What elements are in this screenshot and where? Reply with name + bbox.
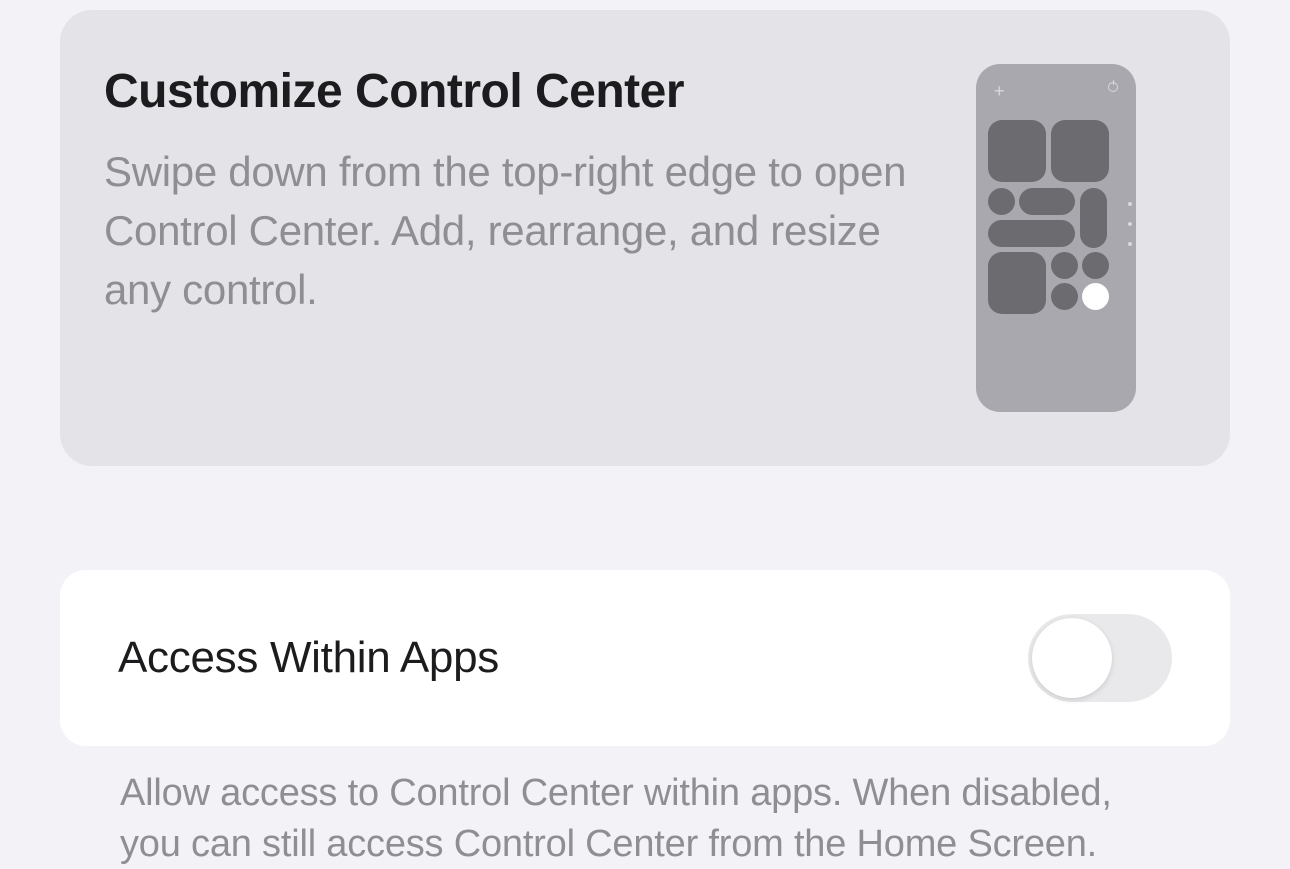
control-center-illustration: +	[976, 64, 1136, 412]
page-dot	[1128, 242, 1132, 246]
customize-control-center-card: Customize Control Center Swipe down from…	[60, 10, 1230, 466]
access-within-apps-row: Access Within Apps	[60, 570, 1230, 746]
control-tile	[1082, 252, 1109, 279]
page-indicator-dots	[1128, 202, 1132, 246]
control-tile	[1051, 120, 1109, 182]
plus-icon: +	[994, 82, 1005, 100]
control-tile	[1051, 283, 1078, 310]
access-within-apps-toggle[interactable]	[1028, 614, 1172, 702]
control-tile	[988, 120, 1046, 182]
hero-text-block: Customize Control Center Swipe down from…	[104, 64, 916, 319]
control-tile	[1019, 188, 1075, 215]
page-dot	[1128, 222, 1132, 226]
access-within-apps-label: Access Within Apps	[118, 633, 499, 683]
control-tile	[1080, 188, 1107, 248]
access-within-apps-footer: Allow access to Control Center within ap…	[120, 768, 1170, 869]
control-tiles-grid	[988, 120, 1124, 320]
power-icon	[1108, 82, 1118, 92]
control-tile	[988, 188, 1015, 215]
page-dot	[1128, 202, 1132, 206]
control-tile	[988, 220, 1075, 247]
toggle-knob	[1032, 618, 1112, 698]
hero-title: Customize Control Center	[104, 64, 916, 119]
control-tile	[1051, 252, 1078, 279]
control-tile	[988, 252, 1046, 314]
hero-description: Swipe down from the top-right edge to op…	[104, 143, 916, 319]
control-tile-active	[1082, 283, 1109, 310]
